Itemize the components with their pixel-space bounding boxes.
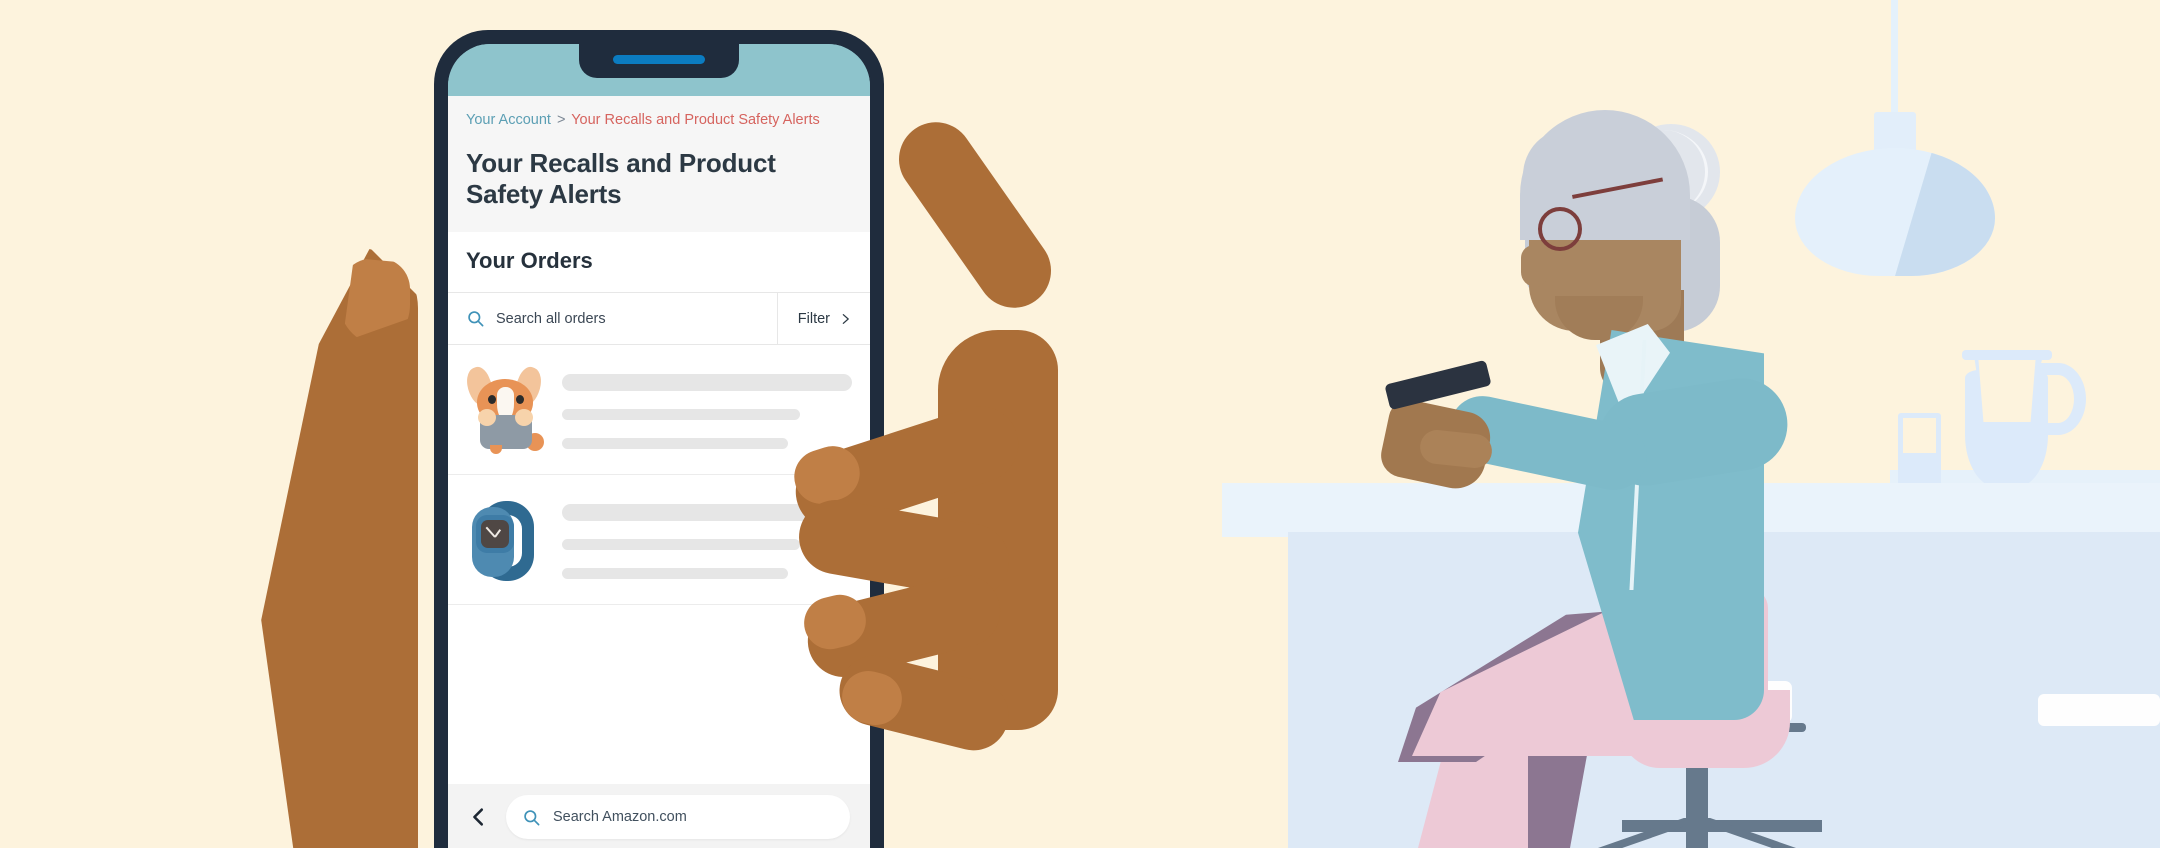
corgi-paw-left (478, 408, 496, 426)
corgi-foot (490, 444, 502, 454)
orders-section-heading: Your Orders (448, 232, 870, 293)
skeleton-line-tertiary (562, 568, 789, 579)
watch-face (481, 519, 509, 548)
secondary-stool-seat (2038, 694, 2160, 726)
skeleton-line-title (562, 374, 852, 391)
watch-minute-hand (485, 526, 496, 538)
pendant-lamp-icon (1795, 148, 1995, 276)
person-nose (1521, 245, 1547, 287)
skeleton-line-tertiary (562, 438, 789, 449)
chevron-right-icon (839, 311, 852, 327)
breadcrumb: Your Account > Your Recalls and Product … (466, 110, 852, 130)
pendant-lamp-cord-icon (1891, 0, 1898, 115)
smartwatch-icon (466, 495, 544, 585)
corgi-paw-right (515, 408, 533, 426)
speaker-bar-icon (613, 55, 705, 64)
drinking-glass-inner-cutout (1903, 418, 1936, 453)
phone-screen: Your Account > Your Recalls and Product … (448, 44, 870, 848)
holding-hand-thumb (261, 248, 418, 848)
search-icon (522, 808, 541, 827)
phone-device: Your Account > Your Recalls and Product … (434, 30, 884, 848)
bottom-search-bar: Search Amazon.com (448, 784, 870, 848)
illustration-scene: Your Account > Your Recalls and Product … (0, 0, 2160, 848)
holding-hand-index-finger (884, 107, 1066, 323)
corgi-plush-toy-icon (461, 363, 547, 455)
search-all-orders-input[interactable]: Search all orders (448, 293, 778, 344)
filter-button[interactable]: Filter (778, 293, 870, 344)
search-amazon-input[interactable]: Search Amazon.com (506, 795, 850, 839)
search-amazon-placeholder: Search Amazon.com (553, 809, 687, 825)
page-header-block: Your Account > Your Recalls and Product … (448, 96, 870, 232)
pitcher-inner-cutout (1978, 360, 2036, 422)
chevron-left-icon[interactable] (468, 806, 490, 828)
skeleton-line-secondary (562, 539, 800, 550)
breadcrumb-current-page: Your Recalls and Product Safety Alerts (571, 112, 820, 128)
breadcrumb-link-your-account[interactable]: Your Account (466, 112, 551, 128)
breadcrumb-separator: > (556, 112, 566, 128)
search-icon (466, 309, 485, 328)
pendant-lamp-shadow (1895, 148, 1995, 276)
orders-search-filter-row: Search all orders Filter (448, 293, 870, 345)
corgi-eye-left (488, 394, 496, 404)
search-all-orders-placeholder: Search all orders (496, 310, 606, 327)
page-title: Your Recalls and Product Safety Alerts (466, 148, 776, 209)
order-placeholder-lines (562, 370, 852, 449)
filter-label: Filter (797, 310, 830, 327)
skeleton-line-secondary (562, 409, 800, 420)
corgi-eye-right (516, 394, 524, 404)
person-hair-fringe (1523, 128, 1653, 190)
